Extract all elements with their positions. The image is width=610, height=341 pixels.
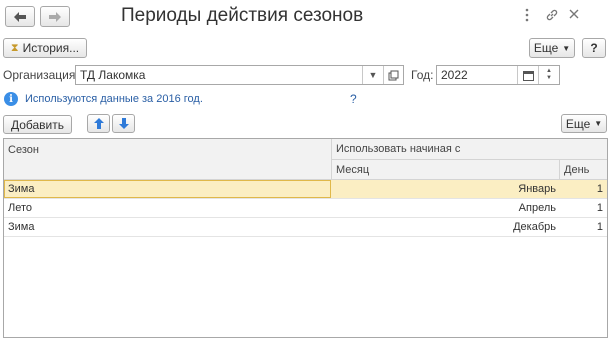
chevron-down-icon: ▼ [368, 70, 378, 80]
org-label: Организация: [3, 68, 79, 82]
link-icon[interactable] [545, 8, 559, 25]
more-button-table[interactable]: Еще ▼ [561, 114, 607, 133]
add-label: Добавить [10, 117, 65, 132]
year-value: 2022 [441, 68, 468, 82]
help-button[interactable]: ? [582, 38, 606, 58]
header-month-label: Месяц [336, 163, 370, 176]
season-value: Зима [8, 221, 35, 233]
day-value: 1 [596, 202, 603, 214]
season-cell[interactable]: Зима [4, 180, 331, 198]
table-row[interactable]: Зима Декабрь 1 [4, 218, 607, 237]
table-row[interactable]: Лето Апрель 1 [4, 199, 607, 218]
open-icon [388, 70, 399, 80]
season-cell[interactable]: Зима [4, 218, 331, 236]
month-cell[interactable]: Апрель [332, 199, 556, 217]
arrow-left-icon [14, 11, 26, 22]
org-field[interactable]: ТД Лакомка ▼ [75, 65, 404, 85]
org-open-button[interactable] [383, 66, 403, 84]
hourglass-icon: ⧗ [10, 41, 19, 54]
history-label: История... [22, 41, 80, 55]
month-value: Апрель [518, 202, 556, 214]
arrow-up-icon [93, 118, 104, 129]
chevron-up-icon[interactable]: ▲ [546, 68, 552, 75]
close-icon[interactable] [568, 8, 580, 23]
column-header-use-from: Использовать начиная с [332, 139, 607, 160]
month-cell[interactable]: Декабрь [332, 218, 556, 236]
calendar-button[interactable] [517, 66, 538, 84]
more-button-top[interactable]: Еще ▼ [529, 38, 575, 58]
day-cell[interactable]: 1 [560, 218, 603, 236]
day-cell[interactable]: 1 [560, 199, 603, 217]
chevron-down-icon[interactable]: ▼ [546, 75, 552, 82]
year-stepper[interactable]: ▲ ▼ [538, 66, 559, 84]
arrow-down-icon [118, 118, 129, 129]
month-cell[interactable]: Январь [332, 180, 556, 198]
month-value: Декабрь [513, 221, 556, 233]
window-title: Периоды действия сезонов [121, 5, 364, 26]
info-text: Используются данные за 2016 год. [25, 93, 203, 105]
month-value: Январь [518, 183, 556, 195]
info-icon: i [4, 92, 18, 106]
seasons-table[interactable]: Сезон Использовать начиная с Месяц День … [3, 138, 608, 338]
info-help-link[interactable]: ? [350, 92, 357, 106]
org-value: ТД Лакомка [80, 68, 146, 82]
arrow-right-icon [49, 11, 61, 22]
calendar-icon [522, 70, 534, 81]
day-value: 1 [596, 183, 603, 195]
season-cell[interactable]: Лето [4, 199, 331, 217]
header-day-label: День [564, 163, 590, 176]
add-button[interactable]: Добавить [3, 115, 72, 134]
move-down-button[interactable] [112, 114, 135, 133]
year-label: Год: [411, 68, 434, 82]
header-season-label: Сезон [8, 144, 39, 156]
move-up-button[interactable] [87, 114, 110, 133]
year-field[interactable]: 2022 ▲ ▼ [436, 65, 560, 85]
kebab-icon[interactable] [525, 8, 535, 24]
column-header-day[interactable]: День [560, 160, 607, 180]
more-label: Еще [533, 41, 559, 55]
season-value: Зима [8, 183, 35, 195]
help-label: ? [590, 41, 598, 55]
forward-button[interactable] [40, 6, 70, 27]
org-dropdown-button[interactable]: ▼ [362, 66, 383, 84]
table-row[interactable]: Зима Январь 1 [4, 180, 607, 199]
column-header-month[interactable]: Месяц [332, 160, 560, 180]
chevron-down-icon: ▼ [562, 43, 571, 53]
back-button[interactable] [5, 6, 35, 27]
more-label: Еще [565, 116, 591, 131]
history-button[interactable]: ⧗ История... [3, 38, 87, 58]
season-value: Лето [8, 202, 33, 214]
chevron-down-icon: ▼ [594, 119, 603, 128]
column-header-season[interactable]: Сезон [4, 139, 332, 180]
day-cell[interactable]: 1 [560, 180, 603, 198]
day-value: 1 [596, 221, 603, 233]
header-use-from-label: Использовать начиная с [336, 143, 461, 155]
